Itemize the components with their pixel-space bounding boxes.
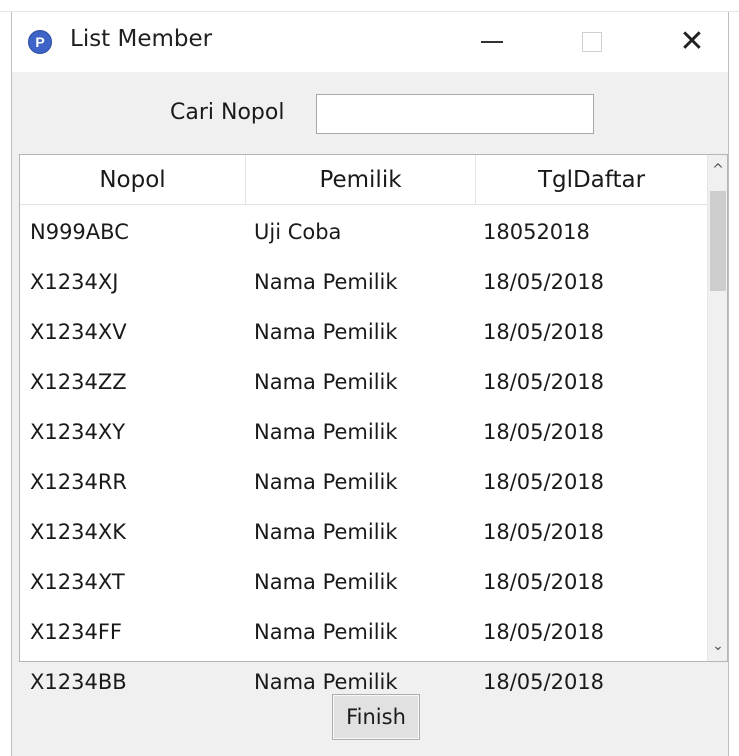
cell-pemilik: Nama Pemilik (254, 620, 398, 644)
background-strip (0, 0, 739, 12)
table-row[interactable]: X1234ZZ Nama Pemilik 18/05/2018 (20, 357, 708, 407)
cell-nopol: N999ABC (30, 220, 129, 244)
window-title: List Member (70, 26, 213, 52)
table-row[interactable]: X1234XT Nama Pemilik 18/05/2018 (20, 557, 708, 607)
cell-nopol: X1234ZZ (30, 370, 127, 394)
list-member-window: P List Member ✕ Cari Nopol Nopol Pemilik… (11, 12, 729, 756)
table-row[interactable]: X1234XK Nama Pemilik 18/05/2018 (20, 507, 708, 557)
table-row[interactable]: X1234RR Nama Pemilik 18/05/2018 (20, 457, 708, 507)
maximize-icon (582, 32, 602, 52)
table-row[interactable]: X1234XJ Nama Pemilik 18/05/2018 (20, 257, 708, 307)
title-bar[interactable]: P List Member ✕ (12, 12, 728, 72)
cell-tgldaftar: 18/05/2018 (483, 320, 605, 344)
cell-pemilik: Nama Pemilik (254, 420, 398, 444)
cell-tgldaftar: 18/05/2018 (483, 620, 605, 644)
finish-button[interactable]: Finish (332, 694, 420, 740)
cell-nopol: X1234XT (30, 570, 125, 594)
cell-tgldaftar: 18/05/2018 (483, 370, 605, 394)
cell-pemilik: Uji Coba (254, 220, 342, 244)
cell-nopol: X1234XJ (30, 270, 119, 294)
cell-tgldaftar: 18/05/2018 (483, 570, 605, 594)
maximize-button (566, 22, 618, 62)
cell-tgldaftar: 18/05/2018 (483, 420, 605, 444)
close-icon: ✕ (679, 24, 705, 59)
cell-nopol: X1234BB (30, 670, 127, 694)
cell-pemilik: Nama Pemilik (254, 470, 398, 494)
cell-pemilik: Nama Pemilik (254, 520, 398, 544)
cell-pemilik: Nama Pemilik (254, 320, 398, 344)
cell-pemilik: Nama Pemilik (254, 670, 398, 694)
search-label: Cari Nopol (170, 100, 285, 125)
list-rows: N999ABC Uji Coba 18052018 X1234XJ Nama P… (20, 207, 708, 707)
column-header-tgldaftar[interactable]: TglDaftar (476, 155, 708, 205)
cell-nopol: X1234FF (30, 620, 122, 644)
app-icon: P (28, 30, 52, 54)
cell-tgldaftar: 18052018 (483, 220, 590, 244)
vertical-scrollbar[interactable]: ^ ⌄ (707, 155, 727, 661)
table-row[interactable]: N999ABC Uji Coba 18052018 (20, 207, 708, 257)
cell-pemilik: Nama Pemilik (254, 570, 398, 594)
search-input[interactable] (316, 94, 594, 134)
minimize-icon (481, 41, 503, 43)
cell-nopol: X1234XY (30, 420, 126, 444)
list-header: Nopol Pemilik TglDaftar (20, 155, 708, 205)
scroll-thumb[interactable] (710, 191, 726, 291)
cell-nopol: X1234XV (30, 320, 127, 344)
table-row[interactable]: X1234XY Nama Pemilik 18/05/2018 (20, 407, 708, 457)
cell-tgldaftar: 18/05/2018 (483, 270, 605, 294)
cell-tgldaftar: 18/05/2018 (483, 670, 605, 694)
cell-pemilik: Nama Pemilik (254, 270, 398, 294)
table-row[interactable]: X1234XV Nama Pemilik 18/05/2018 (20, 307, 708, 357)
table-row[interactable]: X1234FF Nama Pemilik 18/05/2018 (20, 607, 708, 657)
cell-tgldaftar: 18/05/2018 (483, 520, 605, 544)
cell-tgldaftar: 18/05/2018 (483, 470, 605, 494)
scroll-down-icon[interactable]: ⌄ (708, 635, 728, 657)
cell-pemilik: Nama Pemilik (254, 370, 398, 394)
cell-nopol: X1234RR (30, 470, 128, 494)
column-header-nopol[interactable]: Nopol (20, 155, 246, 205)
cell-nopol: X1234XK (30, 520, 126, 544)
minimize-button[interactable] (466, 22, 518, 62)
scroll-up-icon[interactable]: ^ (708, 159, 728, 181)
column-header-pemilik[interactable]: Pemilik (246, 155, 476, 205)
close-button[interactable]: ✕ (666, 22, 718, 62)
member-list[interactable]: Nopol Pemilik TglDaftar N999ABC Uji Coba… (19, 154, 728, 694)
